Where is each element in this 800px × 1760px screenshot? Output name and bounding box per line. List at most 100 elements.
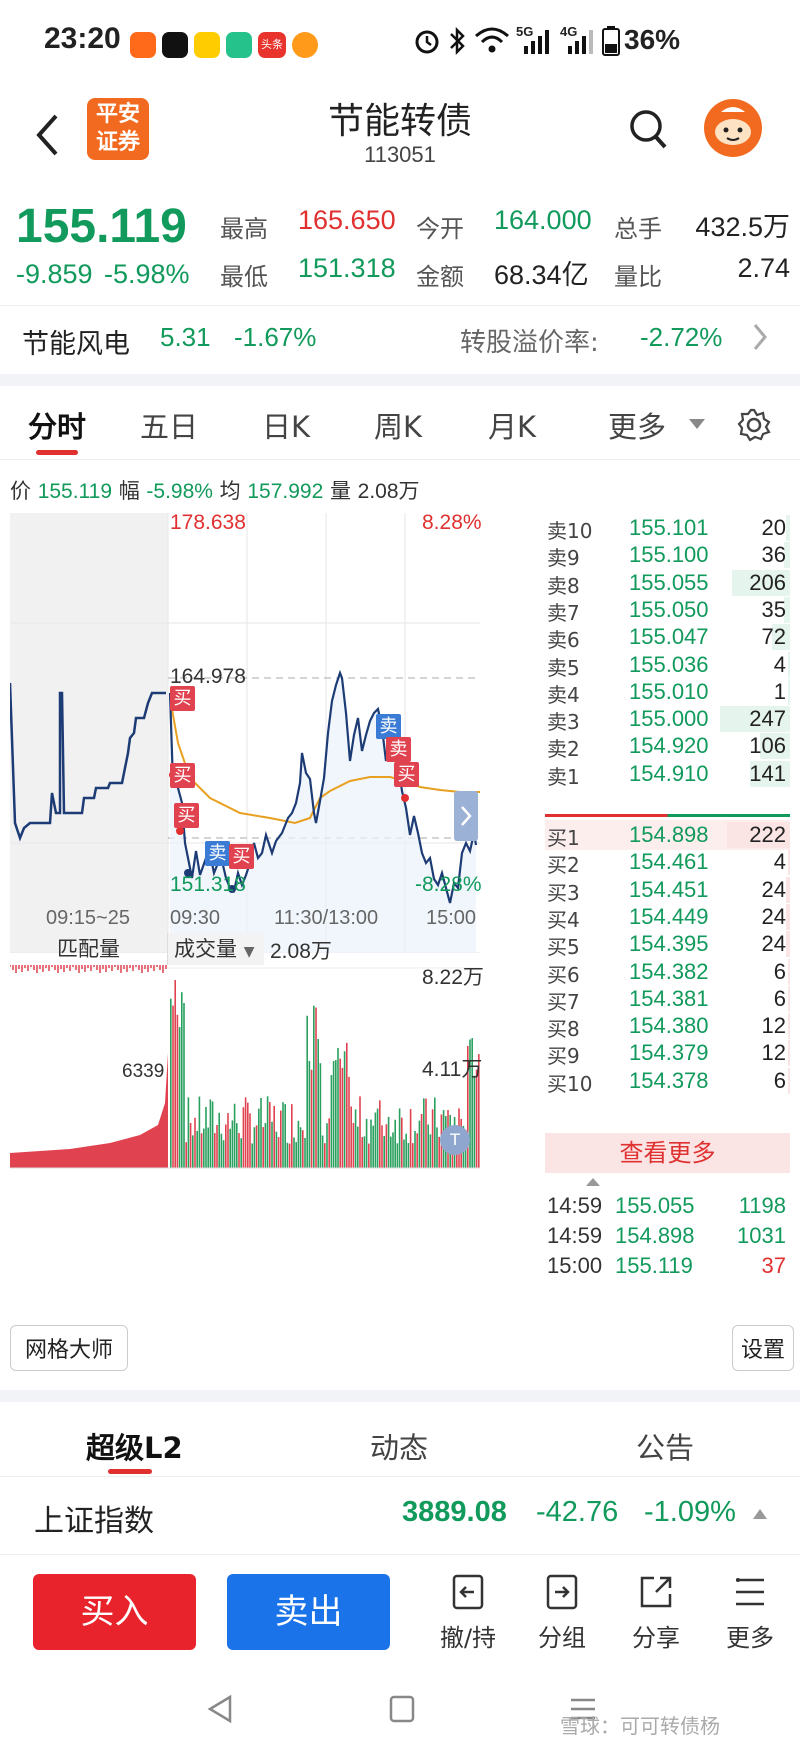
time-label: 09:30 [170, 907, 221, 929]
buy-signal-badge[interactable]: 买 [170, 686, 195, 711]
view-more-button[interactable]: 查看更多 [545, 1133, 790, 1173]
grid-master-button[interactable]: 网格大师 [10, 1325, 129, 1371]
level-price: 154.910 [629, 760, 709, 786]
home-square-icon[interactable] [388, 1694, 416, 1724]
tab-super-l2[interactable]: 超级L2 [86, 1425, 183, 1467]
tab-more[interactable]: 更多 [608, 404, 666, 446]
volume-bar [187, 1097, 190, 1168]
bid-row[interactable]: 买4 154.449 24 [545, 902, 790, 932]
volume-bar [370, 1119, 372, 1168]
volume-bar [321, 1135, 324, 1168]
ask-row[interactable]: 卖6 155.047 72 [545, 622, 790, 652]
volume-bar [291, 1104, 293, 1168]
level-price: 155.010 [629, 678, 709, 704]
ask-row[interactable]: 卖3 155.000 247 [545, 704, 790, 734]
watermark: 雪球：可可转债杨 [560, 1714, 720, 1738]
volume-bar [396, 1143, 399, 1168]
bid-row[interactable]: 买1 154.898 222 [545, 820, 790, 850]
level-volume: 247 [749, 706, 786, 732]
bid-row[interactable]: 买6 154.382 6 [545, 957, 790, 987]
gear-icon[interactable] [737, 408, 771, 442]
index-name: 上证指数 [34, 1504, 154, 1539]
ask-row[interactable]: 卖5 155.036 4 [545, 650, 790, 680]
level-volume: 12 [761, 1040, 786, 1066]
bid-row[interactable]: 买3 154.451 24 [545, 875, 790, 905]
tab-announcements[interactable]: 公告 [636, 1425, 694, 1467]
bid-row[interactable]: 买10 154.378 6 [545, 1066, 790, 1096]
bid-row[interactable]: 买9 154.379 12 [545, 1038, 790, 1068]
volume-bar [427, 1124, 429, 1168]
volume-bar [216, 1125, 218, 1168]
level-price: 154.449 [629, 903, 709, 929]
volume-bar [275, 1131, 278, 1168]
ask-row[interactable]: 卖10 155.101 20 [545, 513, 790, 543]
back-triangle-icon[interactable] [206, 1694, 234, 1724]
avatar[interactable] [703, 98, 763, 158]
volume-bar [203, 1128, 205, 1168]
tick-price: 155.119 [615, 1253, 693, 1278]
depth-bar [788, 1013, 790, 1040]
info-pct: -5.98% [146, 480, 213, 503]
ask-row[interactable]: 卖4 155.010 1 [545, 677, 790, 707]
index-ticker[interactable]: 上证指数 3889.08 -42.76 -1.09% [0, 1480, 800, 1555]
volume-bar [306, 1015, 308, 1168]
volume-bar [350, 1106, 352, 1168]
tick-time: 14:59 [547, 1223, 603, 1248]
signal-icon [524, 30, 549, 54]
group-label: 分组 [538, 1624, 586, 1652]
sell-signal-badge[interactable]: 卖 [376, 714, 401, 739]
sell-signal-badge[interactable]: 卖 [205, 841, 230, 866]
chart-tool-icon[interactable]: T [440, 1125, 470, 1155]
high-label: 最高 [220, 215, 268, 243]
volume-bar [387, 1116, 390, 1168]
tab-intraday[interactable]: 分时 [28, 404, 86, 446]
buy-signal-badge[interactable]: 买 [170, 763, 195, 788]
ask-row[interactable]: 卖9 155.100 36 [545, 540, 790, 570]
more-button[interactable]: 更多 [710, 1572, 790, 1653]
bid-row[interactable]: 买8 154.380 12 [545, 1011, 790, 1041]
buy-signal-badge[interactable]: 买 [394, 762, 419, 787]
volume-selector[interactable]: 成交量 ▼ [168, 933, 264, 965]
intraday-chart[interactable]: 178.638 8.28% 164.978 151.318 -8.28% 买 买… [8, 511, 540, 1313]
volume-bar [209, 1099, 212, 1168]
volume-bar [284, 1104, 286, 1168]
share-button[interactable]: 分享 [616, 1572, 696, 1653]
buy-signal-badge[interactable]: 买 [174, 803, 199, 828]
cancel-hold-button[interactable]: 撤/持 [428, 1572, 508, 1653]
tab-five-day[interactable]: 五日 [140, 404, 198, 446]
ask-row[interactable]: 卖2 154.920 106 [545, 731, 790, 761]
tab-monthly-k[interactable]: 月K [488, 404, 536, 446]
volume-max-label: 8.22万 [422, 966, 484, 989]
buy-signal-badge[interactable]: 买 [229, 844, 254, 869]
caret-up-icon[interactable] [752, 1508, 768, 1520]
sell-button[interactable]: 卖出 [227, 1574, 390, 1650]
level-volume: 35 [761, 596, 786, 622]
settings-button[interactable]: 设置 [732, 1325, 795, 1371]
ask-row[interactable]: 卖7 155.050 35 [545, 595, 790, 625]
volume-bar [401, 1117, 403, 1168]
ask-row[interactable]: 卖1 154.910 141 [545, 759, 790, 789]
sell-signal-badge[interactable]: 卖 [386, 737, 411, 762]
tab-daily-k[interactable]: 日K [262, 404, 310, 446]
level-price: 154.395 [629, 931, 709, 957]
chart-max-pct: 8.28% [422, 511, 482, 534]
info-price: 155.119 [37, 480, 113, 503]
volume-bar [229, 1128, 231, 1168]
underlying-stock-row[interactable]: 节能风电 5.31 -1.67% 转股溢价率: -2.72% [0, 305, 800, 375]
active-tab-indicator [36, 450, 78, 455]
tick-volume: 1031 [737, 1223, 786, 1248]
search-icon[interactable] [628, 108, 668, 152]
tab-weekly-k[interactable]: 周K [374, 404, 422, 446]
bid-row[interactable]: 买2 154.461 4 [545, 847, 790, 877]
bid-row[interactable]: 买5 154.395 24 [545, 929, 790, 959]
ask-row[interactable]: 卖8 155.055 206 [545, 568, 790, 598]
time-label: 09:15~25 [46, 907, 130, 929]
status-time: 23:20 [44, 22, 121, 55]
amount-value: 68.34亿 [494, 260, 589, 290]
tick-volume: 1198 [738, 1193, 786, 1218]
tab-dynamics[interactable]: 动态 [370, 1425, 428, 1467]
level-price: 155.050 [629, 596, 709, 622]
group-button[interactable]: 分组 [522, 1572, 602, 1653]
bid-row[interactable]: 买7 154.381 6 [545, 984, 790, 1014]
buy-button[interactable]: 买入 [33, 1574, 196, 1650]
